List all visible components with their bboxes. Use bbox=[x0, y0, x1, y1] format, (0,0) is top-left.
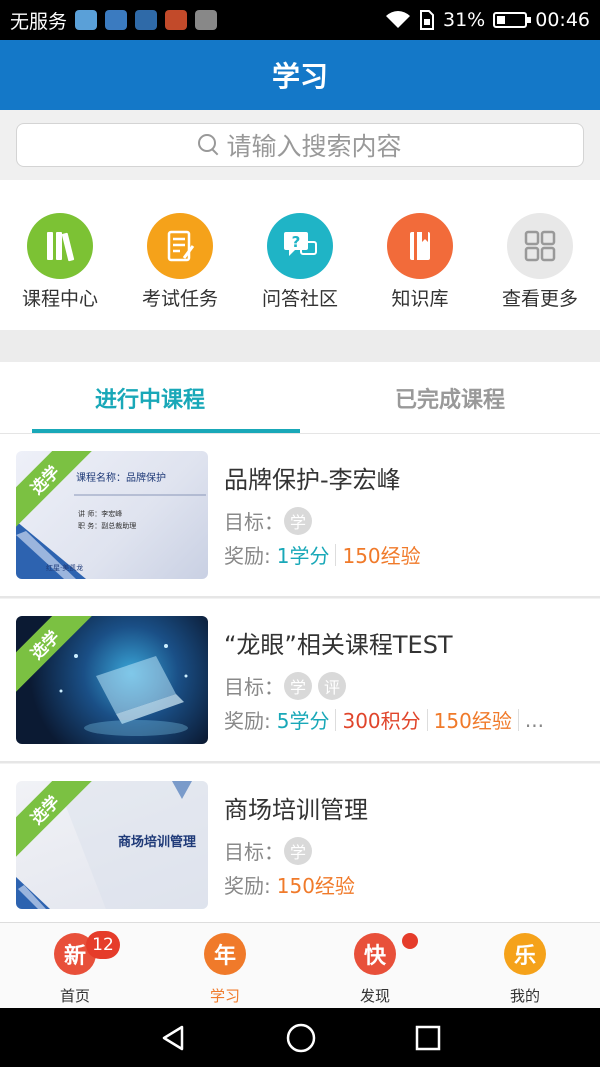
course-tabs: 进行中课程 已完成课程 bbox=[0, 362, 600, 434]
bottom-tab-home[interactable]: 新 12 首页 bbox=[0, 923, 150, 1008]
bottom-tab-label: 发现 bbox=[359, 987, 390, 1005]
goal-label: 目标： bbox=[224, 510, 284, 534]
quick-nav-label: 知识库 bbox=[391, 288, 449, 310]
quick-nav-label: 课程中心 bbox=[21, 288, 98, 310]
status-bar: 无服务 31% 00:46 bbox=[0, 0, 600, 40]
search-input[interactable]: 请输入搜索内容 bbox=[16, 123, 584, 167]
bottom-tab-study[interactable]: 年 学习 bbox=[150, 923, 300, 1008]
books-icon bbox=[27, 213, 93, 279]
search-icon bbox=[198, 134, 220, 156]
reward-exp: 150经验 bbox=[433, 709, 512, 733]
section-divider bbox=[0, 330, 600, 362]
clock-time: 00:46 bbox=[535, 9, 590, 31]
course-goal-row: 目标： 学 评 bbox=[224, 671, 352, 700]
reward-separator bbox=[335, 708, 337, 731]
thumb-line: 职 务：副总裁助理 bbox=[78, 522, 137, 530]
sim-icon bbox=[420, 10, 434, 30]
reward-separator bbox=[335, 543, 337, 566]
page-title: 学习 bbox=[271, 60, 328, 93]
qa-chat-icon: ? bbox=[267, 213, 333, 279]
goal-chip: 学 bbox=[284, 671, 312, 700]
course-reward-row: 奖励: 150经验 bbox=[224, 870, 355, 899]
system-nav-bar bbox=[0, 1008, 600, 1067]
course-list-item[interactable]: 课程名称：品牌保护 讲 师：李宏峰 职 务：副总裁助理 红星·美凯龙 选学 品牌… bbox=[0, 434, 600, 598]
tab-completed[interactable]: 已完成课程 bbox=[300, 362, 600, 433]
search-bar-container: 请输入搜索内容 bbox=[0, 110, 600, 180]
home-icon[interactable] bbox=[285, 1022, 317, 1054]
quick-nav: 课程中心 考试任务 ? 问答社区 知识库 查看更多 bbox=[0, 180, 600, 330]
tab-in-progress[interactable]: 进行中课程 bbox=[0, 362, 300, 433]
quick-nav-label: 考试任务 bbox=[141, 288, 218, 310]
bottom-tab-label: 学习 bbox=[209, 987, 240, 1005]
bottom-tab-label: 首页 bbox=[59, 987, 90, 1005]
course-title: 品牌保护-李宏峰 bbox=[224, 466, 401, 494]
reward-label: 奖励: bbox=[224, 544, 271, 568]
course-thumbnail: 选学 bbox=[16, 616, 208, 744]
chart-icon bbox=[105, 10, 128, 30]
bottom-tab-label: 我的 bbox=[509, 987, 540, 1005]
reward-credit: 5学分 bbox=[276, 709, 330, 733]
battery-percent: 31% bbox=[443, 9, 486, 31]
reward-credit: 1学分 bbox=[276, 544, 330, 568]
bottom-tab-bar: 新 12 首页 年 学习 快 发现 乐 我的 bbox=[0, 922, 600, 1008]
goal-label: 目标： bbox=[224, 840, 284, 864]
back-icon[interactable] bbox=[158, 1023, 188, 1053]
battery-icon bbox=[493, 12, 532, 28]
reward-separator bbox=[517, 708, 519, 731]
search-placeholder: 请输入搜索内容 bbox=[226, 132, 402, 161]
carrier-text: 无服务 bbox=[10, 10, 68, 33]
usb-icon bbox=[135, 10, 158, 30]
app-header: 学习 bbox=[0, 40, 600, 110]
reward-more: ... bbox=[524, 707, 544, 732]
svg-text:?: ? bbox=[292, 233, 301, 251]
thumb-title: 课程名称：品牌保护 bbox=[76, 473, 166, 484]
reward-label: 奖励: bbox=[224, 709, 271, 733]
recents-icon[interactable] bbox=[414, 1024, 442, 1052]
thumb-title: 商场培训管理 bbox=[118, 835, 197, 850]
image-icon bbox=[195, 10, 218, 30]
quick-nav-knowledge-base[interactable]: 知识库 bbox=[360, 180, 480, 330]
reward-separator bbox=[426, 708, 428, 731]
notification-dot bbox=[402, 933, 418, 949]
course-title: 商场培训管理 bbox=[224, 796, 368, 824]
reward-points: 300积分 bbox=[342, 709, 421, 733]
app-icon bbox=[75, 10, 98, 30]
reward-exp: 150经验 bbox=[276, 874, 355, 898]
study-year-icon: 年 bbox=[204, 933, 246, 975]
goal-label: 目标： bbox=[224, 675, 284, 699]
book-icon bbox=[387, 213, 453, 279]
course-list-item[interactable]: 选学 “龙眼”相关课程TEST 目标： 学 评 奖励: 5学分 300积分 15… bbox=[0, 599, 600, 763]
quick-nav-label: 问答社区 bbox=[261, 288, 338, 310]
course-goal-row: 目标： 学 bbox=[224, 836, 318, 865]
goal-chip: 学 bbox=[284, 836, 312, 865]
goal-chip: 评 bbox=[318, 671, 346, 700]
grid-icon bbox=[507, 213, 573, 279]
mine-joy-icon: 乐 bbox=[504, 933, 546, 975]
quick-nav-exam-tasks[interactable]: 考试任务 bbox=[120, 180, 240, 330]
checklist-icon bbox=[147, 213, 213, 279]
reward-exp: 150经验 bbox=[342, 544, 421, 568]
course-thumbnail: 商场培训管理 选学 bbox=[16, 781, 208, 909]
wifi-icon bbox=[386, 11, 410, 28]
quick-nav-view-more[interactable]: 查看更多 bbox=[480, 180, 600, 330]
course-goal-row: 目标： 学 bbox=[224, 506, 318, 535]
notification-badge: 12 bbox=[86, 931, 120, 959]
thumb-line: 讲 师：李宏峰 bbox=[78, 510, 123, 518]
course-reward-row: 奖励: 5学分 300积分 150经验 ... bbox=[224, 705, 544, 734]
course-list-item[interactable]: 商场培训管理 选学 商场培训管理 目标： 学 奖励: 150经验 bbox=[0, 764, 600, 928]
bottom-tab-mine[interactable]: 乐 我的 bbox=[450, 923, 600, 1008]
course-thumbnail: 课程名称：品牌保护 讲 师：李宏峰 职 务：副总裁助理 红星·美凯龙 选学 bbox=[16, 451, 208, 579]
course-title: “龙眼”相关课程TEST bbox=[224, 631, 453, 659]
goal-chip: 学 bbox=[284, 506, 312, 535]
blocked-icon bbox=[165, 10, 188, 30]
course-reward-row: 奖励: 1学分 150经验 bbox=[224, 540, 421, 569]
bottom-tab-discover[interactable]: 快 发现 bbox=[300, 923, 450, 1008]
quick-nav-course-center[interactable]: 课程中心 bbox=[0, 180, 120, 330]
quick-nav-label: 查看更多 bbox=[501, 288, 578, 310]
thumb-logo: 红星·美凯龙 bbox=[46, 564, 84, 572]
reward-label: 奖励: bbox=[224, 874, 271, 898]
quick-nav-qa-community[interactable]: ? 问答社区 bbox=[240, 180, 360, 330]
discover-fast-icon: 快 bbox=[354, 933, 396, 975]
